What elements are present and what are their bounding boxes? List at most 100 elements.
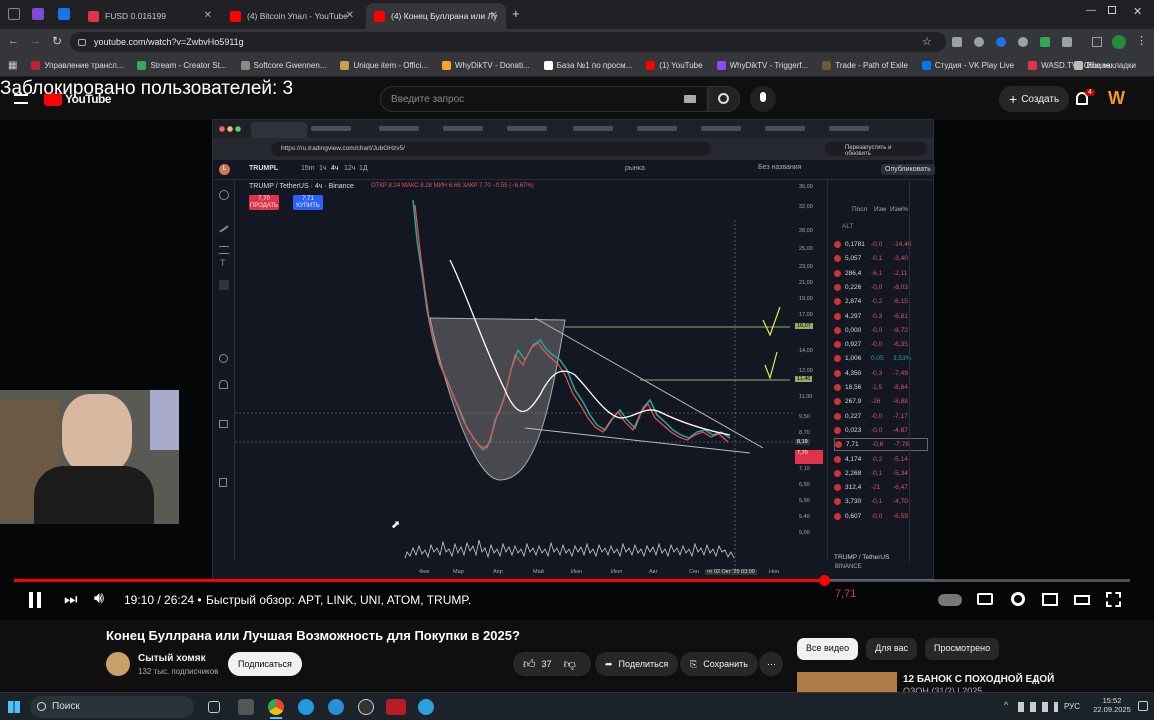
telegram-icon[interactable] — [418, 699, 434, 715]
steam-icon[interactable] — [358, 699, 374, 715]
calculator-icon[interactable] — [238, 699, 254, 715]
chip-watched[interactable]: Просмотрено — [925, 638, 1000, 660]
profile-avatar[interactable] — [1112, 35, 1126, 49]
chapter-title[interactable]: Быстрый обзор: APT, LINK, UNI, ATOM, TRU… — [206, 593, 471, 607]
settings-gear-icon[interactable] — [1011, 592, 1025, 606]
zoom-icon[interactable] — [219, 354, 228, 363]
miniplayer-icon[interactable] — [1042, 593, 1058, 606]
bookmark-item[interactable]: (1) YouTube — [646, 61, 703, 70]
apps-grid-icon[interactable]: ▦ — [8, 60, 17, 71]
extensions-puzzle-icon[interactable] — [1062, 37, 1072, 47]
pinned-tab-icon[interactable] — [32, 8, 44, 20]
search-input[interactable]: Введите запрос — [380, 86, 708, 112]
theater-mode-icon[interactable] — [1074, 595, 1090, 605]
tv-tab[interactable] — [573, 126, 613, 131]
trendline-icon[interactable] — [219, 225, 229, 233]
share-button[interactable]: ➦ Поделиться — [595, 652, 679, 676]
reload-icon[interactable]: ↻ — [52, 34, 62, 48]
pinned-tab-icon[interactable] — [58, 8, 70, 20]
forward-icon[interactable]: → — [30, 35, 41, 47]
bookmark-item[interactable]: Управление трансл... — [31, 61, 123, 70]
dislike-icon[interactable]: 👎︎ — [564, 657, 576, 672]
tv-publish-button[interactable]: Опубликовать — [881, 164, 935, 175]
edge-icon[interactable] — [298, 699, 314, 715]
tv-tab[interactable] — [765, 126, 805, 131]
bookmark-item[interactable]: Trade - Path of Exile — [822, 61, 908, 70]
bookmark-item[interactable]: Unique item - Offici... — [340, 61, 428, 70]
tv-tab[interactable] — [379, 126, 419, 131]
fib-icon[interactable] — [219, 246, 229, 254]
tab-fusd[interactable]: FUSD 0.016199 ✕ — [80, 3, 220, 29]
chip-all-videos[interactable]: Все видео — [797, 638, 859, 660]
channel-name[interactable]: Сытый хомяк — [138, 653, 206, 664]
tv-layout-name[interactable]: Без названия — [758, 164, 801, 171]
tab-bitcoin[interactable]: (4) Bitcoin Упал - YouTube ✕ — [222, 3, 362, 29]
extension-icon[interactable] — [1040, 37, 1050, 47]
bookmark-star-icon[interactable]: ☆ — [922, 35, 932, 48]
watchlist-tab[interactable]: Посл — [852, 206, 867, 213]
clock[interactable]: 15:52 22.09.2025 — [1090, 696, 1134, 714]
close-tab-icon[interactable]: ✕ — [490, 10, 498, 21]
bookmark-item[interactable]: WhyDikTV - Donati... — [441, 61, 530, 70]
voice-search-button[interactable] — [750, 86, 776, 112]
create-button[interactable]: + Создать — [999, 86, 1070, 112]
language-indicator[interactable]: РУС — [1064, 702, 1080, 711]
watchlist-tab[interactable]: Изм% — [890, 206, 908, 213]
minimize-button[interactable]: — — [1086, 5, 1096, 16]
bookmark-item[interactable]: WhyDikTV - Triggerf... — [716, 61, 808, 70]
obs-like-icon[interactable] — [386, 699, 406, 715]
recommended-more-icon[interactable]: ⋮ — [1030, 673, 1041, 686]
back-icon[interactable]: ← — [8, 35, 19, 47]
tv-interval[interactable]: 1ч — [319, 165, 327, 172]
subscribe-button[interactable]: Подписаться — [228, 652, 302, 676]
brush-icon[interactable] — [219, 280, 229, 290]
close-window-button[interactable]: ✕ — [1133, 5, 1142, 18]
volume-icon[interactable]: 🔊︎ — [94, 590, 104, 608]
extension-icon[interactable] — [974, 37, 984, 47]
notifications-icon[interactable] — [1138, 701, 1148, 711]
maximize-button[interactable] — [1108, 6, 1116, 14]
tv-tab[interactable] — [829, 126, 869, 131]
tv-reload-button[interactable]: Перезапустить и обновить — [825, 142, 927, 157]
site-info-icon[interactable] — [78, 39, 86, 46]
close-tab-icon[interactable]: ✕ — [346, 10, 354, 21]
tv-chart-pane[interactable]: TRUMP / TetherUS · 4ч · Binance ОТКР 8.2… — [235, 180, 795, 570]
tv-symbol-search[interactable]: TRUMPL — [249, 165, 278, 172]
task-view-icon[interactable] — [208, 701, 220, 713]
browser-menu-icon[interactable] — [8, 8, 20, 20]
subtitles-icon[interactable] — [977, 593, 993, 605]
magnet-icon[interactable] — [219, 380, 228, 389]
tv-url-field[interactable]: https://ru.tradingview.com/chart/JubGHzv… — [271, 142, 711, 156]
search-button[interactable] — [708, 86, 740, 112]
watchlist-group[interactable]: ALT — [842, 223, 853, 230]
recommended-video-thumbnail[interactable] — [797, 672, 897, 692]
pause-icon[interactable] — [29, 592, 41, 608]
tv-tab[interactable] — [637, 126, 677, 131]
tv-tab[interactable] — [251, 122, 307, 138]
crosshair-icon[interactable] — [219, 190, 229, 200]
text-tool-icon[interactable]: T — [220, 258, 226, 268]
taskbar-search-box[interactable]: Поиск — [30, 696, 194, 718]
next-icon[interactable]: ⏭ — [64, 591, 78, 608]
tv-tab[interactable] — [701, 126, 741, 131]
browser-menu-kebab-icon[interactable]: ⋮ — [1136, 34, 1147, 47]
like-icon[interactable]: 👍︎ — [523, 657, 536, 672]
tv-interval-active[interactable]: 4ч — [331, 165, 339, 172]
tray-chevron-icon[interactable]: ^ — [1004, 700, 1008, 710]
windows-start-icon[interactable] — [8, 701, 20, 713]
autoplay-toggle[interactable] — [938, 594, 962, 606]
more-actions-button[interactable]: ⋯ — [759, 652, 783, 676]
app-icon[interactable] — [328, 699, 344, 715]
bookmark-item[interactable]: Студия - VK Play Live — [921, 61, 1014, 70]
tv-interval[interactable]: 12ч — [344, 165, 355, 172]
url-field[interactable]: youtube.com/watch?v=ZwbvHo5911g — [70, 32, 946, 52]
lock-icon[interactable] — [219, 420, 228, 428]
keyboard-icon[interactable] — [684, 95, 696, 103]
video-progress-bar[interactable] — [14, 575, 1130, 586]
account-avatar[interactable]: W — [1108, 88, 1128, 108]
bookmark-item[interactable]: Stream - Creator St... — [137, 61, 227, 70]
close-tab-icon[interactable]: ✕ — [204, 10, 212, 21]
save-button[interactable]: ⎘ Сохранить — [680, 652, 758, 676]
chip-for-you[interactable]: Для вас — [866, 638, 917, 660]
tv-tab[interactable] — [443, 126, 483, 131]
